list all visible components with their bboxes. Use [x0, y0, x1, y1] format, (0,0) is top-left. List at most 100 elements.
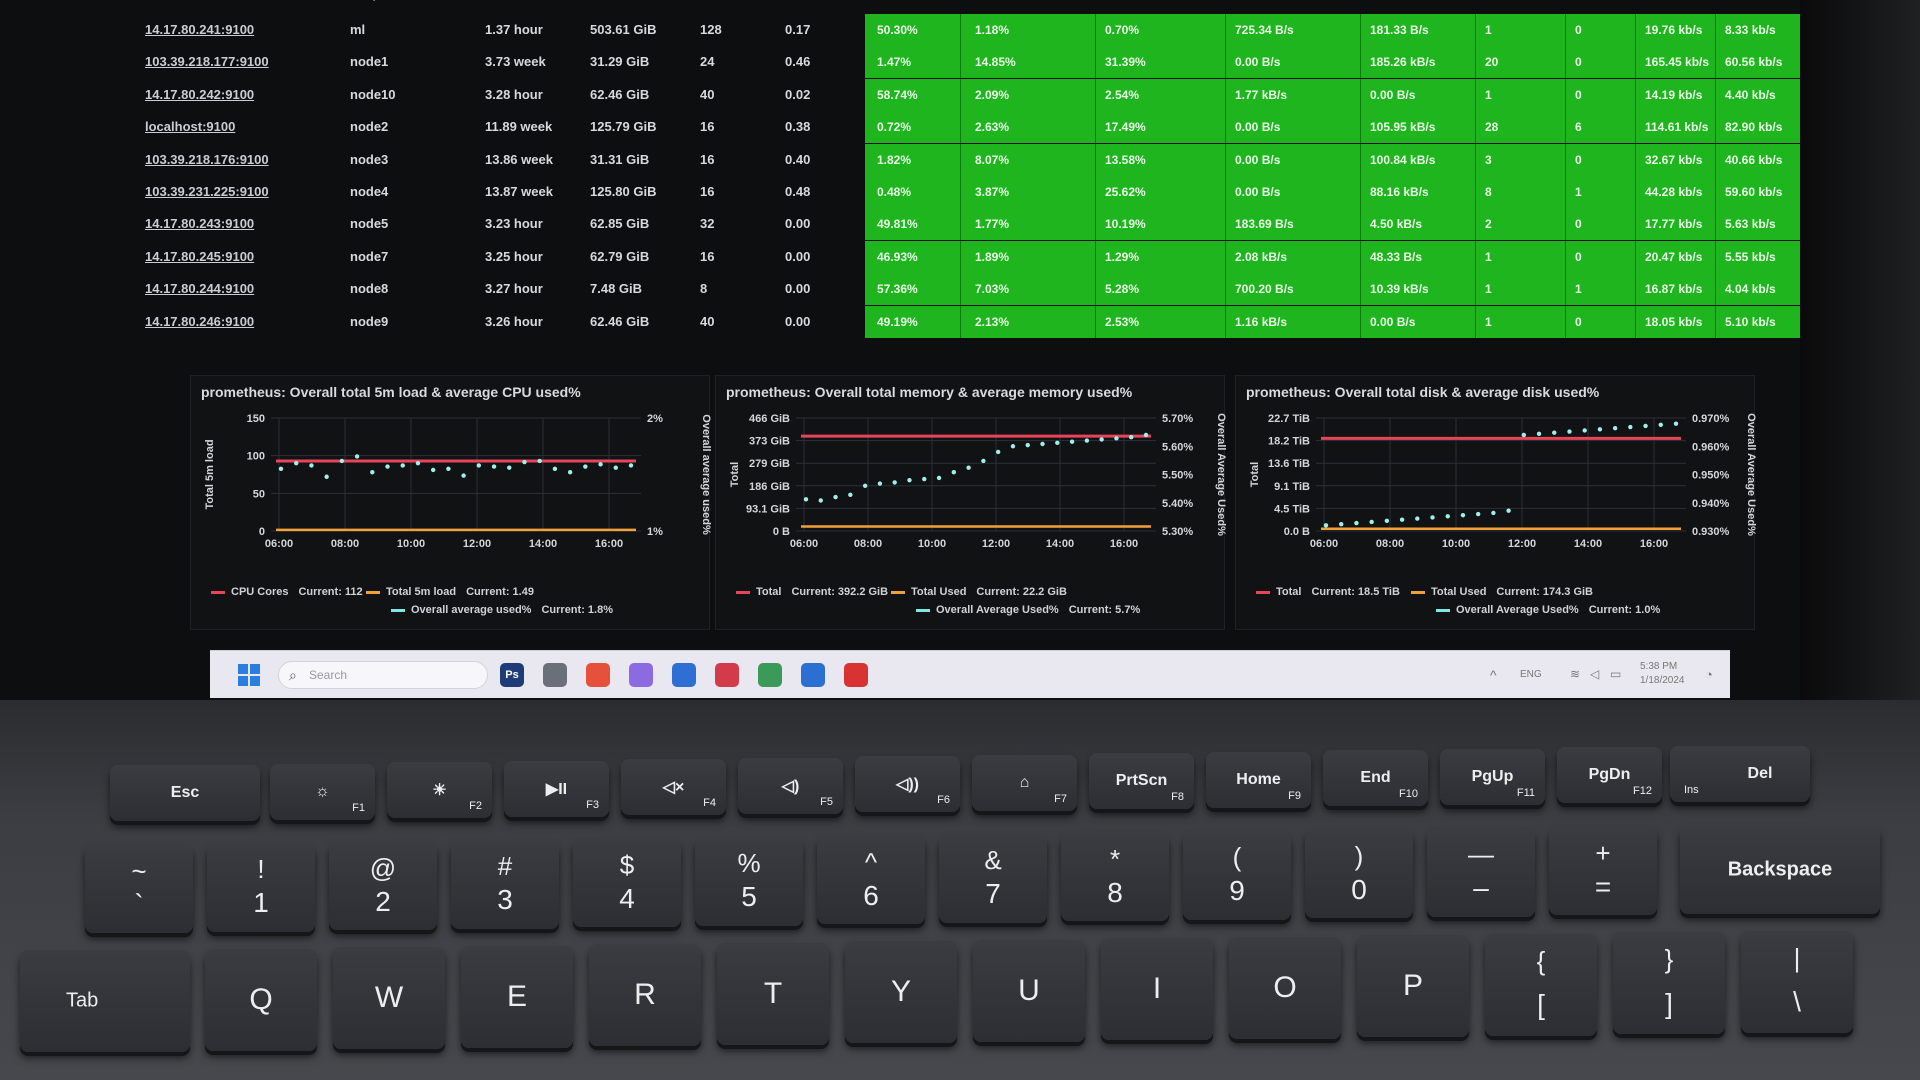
- cell-instance[interactable]: 14.17.80.246:9100: [145, 314, 254, 329]
- fn-key[interactable]: ☀ F2: [387, 762, 492, 818]
- metric-cell: 17.49%: [1105, 120, 1146, 135]
- number-key[interactable]: ^ 6: [817, 836, 925, 924]
- number-key[interactable]: ) 0: [1305, 830, 1413, 918]
- letter-key[interactable]: U: [973, 939, 1085, 1042]
- letter-key[interactable]: R: [589, 944, 701, 1046]
- taskbar-app-icon[interactable]: [715, 663, 739, 687]
- y2-axis-label: Overall Average Used%: [1745, 413, 1756, 536]
- taskbar-app-icon[interactable]: [801, 663, 825, 687]
- cell-instance[interactable]: 14.17.80.243:9100: [145, 216, 254, 231]
- cell-instance[interactable]: 14.17.80.244:9100: [145, 281, 254, 296]
- photo-scene: 66.29.144.99:9100bexplorer1.36 week31.29…: [0, 0, 1920, 1080]
- letter-key[interactable]: {[: [1485, 933, 1597, 1036]
- fn-key[interactable]: ⌂ F7: [972, 754, 1077, 811]
- letter-key[interactable]: Tab: [20, 950, 190, 1052]
- letter-key[interactable]: O: [1229, 936, 1341, 1039]
- fn-key[interactable]: PgUp F11: [1440, 748, 1545, 805]
- legend-item[interactable]: Overall Average Used% Current: 1.0%: [1436, 604, 1660, 616]
- number-key[interactable]: (9: [1183, 831, 1291, 920]
- taskbar-app-icon[interactable]: [672, 663, 696, 687]
- fn-key[interactable]: PrtScn F8: [1089, 753, 1194, 809]
- fn-key[interactable]: ◁× F4: [621, 759, 726, 815]
- cell-name: node4: [350, 184, 389, 199]
- number-key[interactable]: — –: [1427, 828, 1535, 917]
- windows-start-icon[interactable]: [238, 664, 260, 686]
- cell-instance[interactable]: 14.17.80.241:9100: [145, 22, 254, 37]
- language-indicator[interactable]: ENG: [1520, 669, 1542, 680]
- legend-item[interactable]: Total Used Current: 174.3 GiB: [1411, 586, 1593, 598]
- letter-key[interactable]: Y: [845, 941, 957, 1043]
- cell-instance[interactable]: localhost:9100: [145, 119, 235, 134]
- cell-instance[interactable]: 14.17.80.242:9100: [145, 87, 254, 102]
- fn-key[interactable]: Home F9: [1206, 751, 1311, 808]
- taskbar-app-icon[interactable]: [543, 663, 567, 687]
- number-key[interactable]: #3: [451, 840, 559, 929]
- y2-tick-label: 5.70%: [1162, 413, 1193, 425]
- letter-key[interactable]: I: [1101, 938, 1213, 1040]
- letter-key[interactable]: E: [461, 945, 573, 1048]
- metrics-cells: 58.74% 2.09% 2.54% 1.77 kB/s 0.00 B/s 1 0 14.19…: [865, 78, 1805, 111]
- notification-bell-icon[interactable]: ◔: [1705, 667, 1713, 682]
- taskbar-app-icon[interactable]: [758, 663, 782, 687]
- legend-item[interactable]: Total Used Current: 22.2 GiB: [891, 586, 1067, 598]
- legend-item[interactable]: Overall Average Used% Current: 5.7%: [916, 604, 1140, 616]
- cell-divider: [1475, 111, 1476, 144]
- chart-title: prometheus: Overall total disk & average…: [1246, 384, 1600, 400]
- number-key[interactable]: $4: [573, 839, 681, 927]
- chevron-up-icon[interactable]: ^: [1490, 667, 1497, 683]
- number-key[interactable]: + =: [1549, 827, 1657, 915]
- cell-instance[interactable]: 103.39.218.177:9100: [145, 54, 269, 69]
- number-key[interactable]: ! 1: [207, 843, 315, 932]
- legend-item[interactable]: CPU Cores Current: 112: [211, 586, 363, 598]
- fn-key[interactable]: PgDn F12: [1557, 747, 1662, 803]
- cell-divider: [960, 305, 961, 338]
- key-sub-label: F5: [820, 795, 833, 808]
- fn-key[interactable]: ☼ F1: [270, 763, 375, 820]
- clock-date[interactable]: 1/18/2024: [1640, 675, 1685, 686]
- search-box[interactable]: ⌕ Search: [278, 661, 488, 689]
- number-key[interactable]: & 7: [939, 834, 1047, 923]
- volume-icon[interactable]: ◁: [1590, 667, 1599, 681]
- legend-item[interactable]: Overall average used% Current: 1.8%: [391, 604, 613, 616]
- number-key[interactable]: @2: [329, 842, 437, 930]
- number-key[interactable]: % 5: [695, 837, 803, 926]
- taskbar-app-icon[interactable]: [586, 663, 610, 687]
- metrics-cells: 0.72% 2.63% 17.49% 0.00 B/s 105.95 kB/s 28 6 11…: [865, 111, 1805, 144]
- letter-key[interactable]: Q: [205, 948, 317, 1051]
- letter-key[interactable]: T: [717, 942, 829, 1045]
- x-tick-label: 12:00: [982, 538, 1010, 550]
- cell-name: node3: [350, 151, 389, 167]
- letter-key[interactable]: | \: [1741, 930, 1853, 1033]
- fn-key[interactable]: ◁) F5: [738, 757, 843, 814]
- legend-item[interactable]: Total 5m load Current: 1.49: [366, 586, 534, 598]
- letter-key[interactable]: }]: [1613, 932, 1725, 1034]
- search-icon: ⌕: [289, 667, 297, 683]
- taskbar-app-icon[interactable]: Ps: [500, 663, 524, 687]
- cell-instance[interactable]: 103.39.231.225:9100: [145, 184, 269, 199]
- cell-memory: 125.79 GiB: [590, 119, 657, 135]
- fn-key[interactable]: End F10: [1323, 750, 1428, 806]
- cell-instance[interactable]: 103.39.218.176:9100: [145, 152, 269, 167]
- series-point-avg: [507, 465, 512, 470]
- letter-key[interactable]: W: [333, 947, 445, 1049]
- legend-name: CPU Cores: [231, 586, 289, 598]
- number-key[interactable]: Backspace: [1680, 825, 1880, 914]
- taskbar-app-icon[interactable]: [844, 663, 868, 687]
- fn-key[interactable]: ▶II F3: [504, 760, 609, 817]
- cell-name: node1: [350, 54, 389, 70]
- clock-time[interactable]: 5:38 PM: [1640, 661, 1677, 672]
- legend-item[interactable]: Total Current: 18.5 TiB: [1256, 586, 1400, 598]
- wifi-icon[interactable]: ≋: [1570, 667, 1580, 681]
- number-key[interactable]: ~ `: [85, 845, 193, 933]
- cell-instance[interactable]: 14.17.80.245:9100: [145, 249, 254, 264]
- fn-key[interactable]: ◁)) F6: [855, 756, 960, 812]
- cell-instance[interactable]: 66.29.144.99:9100: [145, 0, 254, 1]
- legend-item[interactable]: Total Current: 392.2 GiB: [736, 586, 888, 598]
- fn-key[interactable]: Esc: [110, 765, 260, 821]
- y-tick-label: 0: [259, 526, 265, 538]
- fn-key[interactable]: Ins Del: [1670, 745, 1810, 802]
- letter-key[interactable]: P: [1357, 935, 1469, 1037]
- number-key[interactable]: * 8: [1061, 833, 1169, 921]
- battery-icon[interactable]: ▭: [1610, 667, 1621, 681]
- taskbar-app-icon[interactable]: [629, 663, 653, 687]
